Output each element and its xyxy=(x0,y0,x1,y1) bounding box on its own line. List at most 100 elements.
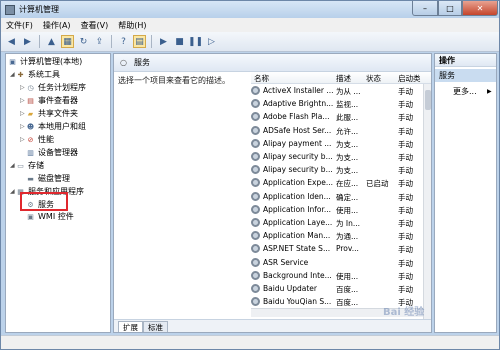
clock-icon: ◷ xyxy=(27,83,34,92)
tree-item-storage[interactable]: ◢ ▭ 存储 xyxy=(10,160,44,171)
pause-service-icon[interactable]: ❚❚ xyxy=(188,35,203,48)
tree-item-root[interactable]: ▣ 计算机管理(本地) xyxy=(8,56,82,67)
column-status[interactable]: 状态 xyxy=(366,73,381,84)
service-description: 为支... xyxy=(336,166,359,176)
tree-item-system-tools[interactable]: ◢ ✚ 系统工具 xyxy=(10,69,60,80)
tree-item-local-users[interactable]: ▷ ☻ 本地用户和组 xyxy=(20,121,86,132)
tree-item-event-viewer[interactable]: ▷ ▤ 事件查看器 xyxy=(20,95,78,106)
column-startup[interactable]: 启动类 xyxy=(398,73,421,84)
menu-view[interactable]: 查看(V) xyxy=(76,20,114,31)
tab-standard[interactable]: 标准 xyxy=(143,321,168,332)
table-row[interactable]: ADSafe Host Ser... 允许... 手动 xyxy=(251,125,423,137)
service-startup: 手动 xyxy=(398,179,413,189)
tree-label: 计算机管理(本地) xyxy=(20,57,83,66)
tree-item-performance[interactable]: ▷ ⊘ 性能 xyxy=(20,134,54,145)
service-startup: 手动 xyxy=(398,139,413,149)
forward-arrow-icon[interactable]: ▶ xyxy=(21,35,34,48)
toolbar-separator xyxy=(111,35,112,48)
column-name[interactable]: 名称 xyxy=(254,73,269,84)
tree-label: 本地用户和组 xyxy=(38,122,86,131)
tree-item-device-manager[interactable]: ▥ 设备管理器 xyxy=(26,147,78,158)
gear-icon xyxy=(251,204,260,214)
gear-icon xyxy=(251,244,260,254)
menu-file[interactable]: 文件(F) xyxy=(1,20,38,31)
table-row[interactable]: Application Laye... 为 In... 手动 xyxy=(251,217,423,229)
service-startup: 手动 xyxy=(398,166,413,176)
service-status: 已启动 xyxy=(366,179,389,189)
tree-item-wmi[interactable]: ▣ WMI 控件 xyxy=(26,211,74,222)
column-header-row: 名称 描述 状态 启动类 xyxy=(251,72,431,84)
performance-icon: ⊘ xyxy=(27,135,34,144)
vertical-scrollbar[interactable] xyxy=(423,84,431,319)
horizontal-scrollbar[interactable] xyxy=(251,308,423,317)
export-icon[interactable]: ⇪ xyxy=(93,35,106,48)
navigation-tree: ▣ 计算机管理(本地) ◢ ✚ 系统工具 ▷ ◷ 任务计划程序 ▷ ▤ 事件查看… xyxy=(5,53,111,333)
service-startup: 手动 xyxy=(398,113,413,123)
help-icon[interactable]: ? xyxy=(117,35,130,48)
stop-service-icon[interactable]: ■ xyxy=(173,35,186,48)
tree-item-task-scheduler[interactable]: ▷ ◷ 任务计划程序 xyxy=(20,82,86,93)
panel-title: 服务 xyxy=(134,58,150,67)
service-name: ASP.NET State S... xyxy=(263,244,331,254)
service-name: Background Inte... xyxy=(263,270,332,280)
service-name: Alipay security b... xyxy=(263,152,333,161)
refresh-icon[interactable]: ↻ xyxy=(77,35,90,48)
menu-action[interactable]: 操作(A) xyxy=(38,20,76,31)
service-startup: 手动 xyxy=(398,87,413,96)
search-icon: ○ xyxy=(120,58,127,67)
table-row[interactable]: Background Inte... 使用... 手动 xyxy=(251,270,423,282)
close-button[interactable]: ✕ xyxy=(462,1,498,16)
tree-item-disk-management[interactable]: ▬ 磁盘管理 xyxy=(26,173,70,184)
table-row[interactable]: Application Infor... 使用... 手动 xyxy=(251,204,423,216)
table-row[interactable]: ASR Service 手动 xyxy=(251,257,423,269)
service-name: Application Man... xyxy=(263,231,331,241)
table-row[interactable]: ActiveX Installer ... 为从 ... 手动 xyxy=(251,85,423,97)
table-row[interactable]: Baidu Updater 百度... 手动 xyxy=(251,283,423,295)
gear-icon xyxy=(251,99,260,109)
table-row[interactable]: Alipay security b... 为支... 手动 xyxy=(251,151,423,163)
service-name: Adaptive Brightn... xyxy=(263,99,334,109)
table-row[interactable]: Application Iden... 确定... 手动 xyxy=(251,191,423,203)
gear-icon xyxy=(251,86,260,95)
scrollbar-thumb[interactable] xyxy=(425,90,431,110)
column-description[interactable]: 描述 xyxy=(336,73,351,84)
more-arrow-icon[interactable]: ▶ xyxy=(487,88,492,95)
more-actions-link[interactable]: 更多... xyxy=(453,86,477,97)
minimize-button[interactable]: – xyxy=(412,1,438,16)
table-row[interactable]: Baidu YouQian S... 百度... 手动 xyxy=(251,296,423,308)
main-window: 计算机管理 – □ ✕ 文件(F) 操作(A) 查看(V) 帮助(H) ◀ ▶ … xyxy=(0,0,500,350)
properties-icon[interactable]: ▤ xyxy=(133,35,146,48)
toolbar-separator xyxy=(39,35,40,48)
tree-label: 存储 xyxy=(28,161,44,170)
up-folder-icon[interactable]: ▲ xyxy=(45,35,58,48)
service-name: Baidu YouQian S... xyxy=(263,297,332,307)
maximize-button[interactable]: □ xyxy=(438,1,462,16)
service-description: 确定... xyxy=(336,192,359,202)
table-row[interactable]: Alipay payment ... 为支... 手动 xyxy=(251,138,423,150)
tree-label: 设备管理器 xyxy=(38,148,78,157)
selection-highlight xyxy=(20,192,68,211)
restart-service-icon[interactable]: ▷ xyxy=(205,35,218,48)
back-arrow-icon[interactable]: ◀ xyxy=(5,35,18,48)
table-row[interactable]: ASP.NET State S... Prov... 手动 xyxy=(251,243,423,255)
wmi-icon: ▣ xyxy=(27,212,34,221)
menu-help[interactable]: 帮助(H) xyxy=(113,20,151,31)
table-row[interactable]: Application Man... 为通... 手动 xyxy=(251,230,423,242)
service-name: Application Expe... xyxy=(263,178,333,188)
service-name: Baidu Updater xyxy=(263,284,317,293)
tree-label: 磁盘管理 xyxy=(38,174,70,183)
table-row[interactable]: Alipay security b... 为支... 手动 xyxy=(251,164,423,176)
actions-section-services[interactable]: 服务 xyxy=(435,69,496,82)
show-tree-icon[interactable]: ▦ xyxy=(61,35,74,48)
service-description: 使用... xyxy=(336,205,359,215)
service-description: 为从 ... xyxy=(336,87,361,96)
tab-extended[interactable]: 扩展 xyxy=(118,321,143,332)
service-description: 监视... xyxy=(336,100,359,110)
tools-icon: ✚ xyxy=(17,70,24,79)
start-service-icon[interactable]: ▶ xyxy=(157,35,170,48)
table-row[interactable]: Adobe Flash Pla... 此服... 手动 xyxy=(251,111,423,123)
table-row[interactable]: Application Expe... 在应... 已启动 手动 xyxy=(251,177,423,189)
table-row[interactable]: Adaptive Brightn... 监视... 手动 xyxy=(251,98,423,110)
tree-item-shared-folders[interactable]: ▷ ▰ 共享文件夹 xyxy=(20,108,78,119)
service-description: 为通... xyxy=(336,232,359,242)
